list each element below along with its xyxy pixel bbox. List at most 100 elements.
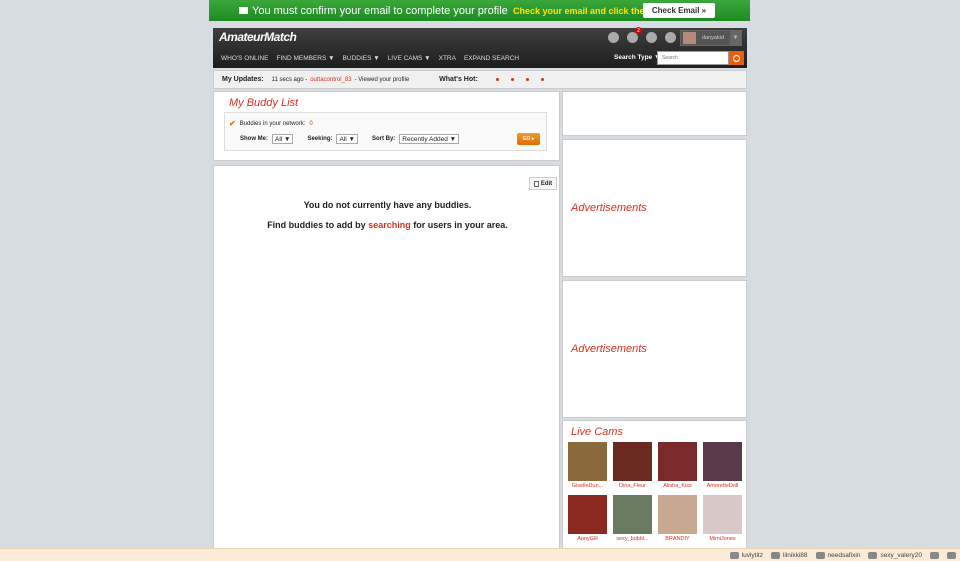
whats-hot-dots [495, 78, 544, 81]
hot-dot[interactable] [510, 78, 514, 81]
chevron-down-icon[interactable]: ▼ [730, 31, 741, 45]
show-me-select[interactable]: All ▼ [272, 134, 294, 144]
nav-xtra[interactable]: XTRA [439, 55, 456, 62]
cam-item[interactable]: Dina_Fleur [613, 442, 652, 489]
chat-user[interactable]: sexy_valery20 [868, 551, 922, 559]
nav-buddies[interactable]: BUDDIES ▼ [343, 55, 380, 62]
cam-item[interactable]: Alisha_Kiss [658, 442, 697, 489]
filter-box: ✔ Buddies in your network: 0 Show Me: Al… [224, 112, 547, 151]
updates-bar: My Updates: 11 secs ago - outtacontrol_8… [213, 70, 747, 89]
cam-item[interactable]: MimiJones [703, 495, 742, 542]
cam-name[interactable]: Dina_Fleur [613, 483, 652, 489]
ad-slot-top [562, 91, 747, 136]
updates-label: My Updates: [222, 76, 264, 83]
message-badge: 2 [635, 27, 642, 34]
cam-item[interactable]: sexy_bubbl... [613, 495, 652, 542]
confirm-message: You must confirm your email to complete … [239, 5, 508, 17]
check-email-button[interactable]: Check Email » [643, 3, 715, 18]
update-user-link[interactable]: outtacontrol_83 [310, 77, 351, 83]
site-logo[interactable]: AmateurMatch [219, 30, 297, 44]
cam-name[interactable]: Alisha_Kiss [658, 483, 697, 489]
cam-thumbnail[interactable] [703, 442, 742, 481]
webcam-icon[interactable] [665, 32, 676, 43]
sort-select[interactable]: Recently Added ▼ [399, 134, 460, 144]
confirm-cta-text: Check your email and click the link [513, 6, 663, 16]
cam-name[interactable]: AmoretteDoll [703, 483, 742, 489]
hot-dot[interactable] [525, 78, 529, 81]
update-time: 11 secs ago - [271, 76, 308, 83]
chat-icon [815, 551, 825, 559]
go-button[interactable]: GO ▸ [517, 133, 540, 145]
ad-slot-1: Advertisements [562, 139, 747, 277]
filter-row: Show Me: All ▼ Seeking: All ▼ Sort By: R… [240, 134, 460, 144]
username: danyakid [702, 35, 725, 41]
edit-button[interactable]: Edit [529, 177, 557, 190]
hot-dot[interactable] [495, 78, 499, 81]
update-action: - Viewed your profile [354, 76, 410, 83]
hot-dot[interactable] [540, 78, 544, 81]
whats-hot-label: What's Hot: [439, 76, 478, 83]
mail-icon[interactable]: 2 [627, 27, 642, 43]
seeking-select[interactable]: All ▼ [336, 134, 358, 144]
cam-name[interactable]: GiselleDun... [568, 483, 607, 489]
search-type-dropdown[interactable]: Search Type ▼ [614, 54, 660, 61]
pin-icon[interactable] [608, 32, 619, 43]
page-title: My Buddy List [229, 97, 299, 109]
cam-thumbnail[interactable] [613, 442, 652, 481]
cam-name[interactable]: sexy_bubbl... [613, 536, 652, 542]
cam-thumbnail[interactable] [703, 495, 742, 534]
cam-name[interactable]: MimiJones [703, 536, 742, 542]
chat-user[interactable]: luvlytitz [729, 551, 763, 559]
search-input[interactable] [657, 51, 729, 65]
nav-find-members[interactable]: FIND MEMBERS ▼ [276, 55, 334, 62]
chat-bar: luvlytitz lilnikki88 needsafixin sexy_va… [0, 548, 960, 561]
live-cams-title: Live Cams [571, 426, 623, 438]
searching-link[interactable]: searching [368, 220, 411, 230]
chat-icon [770, 551, 780, 559]
check-icon: ✔ [229, 119, 236, 128]
chat-user[interactable]: lilnikki88 [770, 551, 808, 559]
cam-name[interactable]: AnnyGill [568, 536, 607, 542]
ad-label: Advertisements [571, 202, 647, 214]
sort-label: Sort By: [371, 136, 396, 142]
avatar [683, 32, 696, 44]
cam-item[interactable]: AmoretteDoll [703, 442, 742, 489]
cam-item[interactable]: AnnyGill [568, 495, 607, 542]
buddy-list-panel: My Buddy List ✔ Buddies in your network:… [213, 91, 560, 161]
envelope-icon [239, 7, 248, 14]
cam-thumbnail[interactable] [658, 495, 697, 534]
users-icon[interactable] [646, 32, 657, 43]
network-count: ✔ Buddies in your network: 0 [229, 119, 313, 128]
nav-live-cams[interactable]: LIVE CAMS ▼ [388, 55, 431, 62]
ad-label: Advertisements [571, 343, 647, 355]
user-menu[interactable]: danyakid ▼ [680, 30, 742, 46]
show-me-label: Show Me: [240, 136, 268, 142]
search-icon[interactable] [729, 51, 744, 65]
empty-message: You do not currently have any buddies. [303, 200, 472, 210]
chat-user[interactable]: needsafixin [815, 551, 860, 559]
email-confirm-banner: You must confirm your email to complete … [209, 0, 750, 21]
cam-thumbnail[interactable] [613, 495, 652, 534]
users-icon[interactable] [930, 551, 939, 559]
cams-grid: GiselleDun... Dina_Fleur Alisha_Kiss Amo… [568, 442, 742, 542]
find-buddies-text: Find buddies to add by searching for use… [267, 220, 508, 230]
cam-thumbnail[interactable] [568, 442, 607, 481]
site-header: AmateurMatch WHO'S ONLINE FIND MEMBERS ▼… [213, 27, 747, 68]
chat-icon [868, 551, 878, 559]
header-icons: 2 [608, 27, 676, 43]
cam-item[interactable]: GiselleDun... [568, 442, 607, 489]
edit-icon [533, 180, 539, 187]
cam-name[interactable]: BRANDIY [658, 536, 697, 542]
cam-thumbnail[interactable] [658, 442, 697, 481]
nav-expand-search[interactable]: EXPAND SEARCH [464, 55, 519, 62]
main-nav: WHO'S ONLINE FIND MEMBERS ▼ BUDDIES ▼ LI… [221, 55, 519, 62]
settings-icon[interactable] [947, 551, 956, 559]
buddy-results-panel: Edit You do not currently have any buddi… [213, 165, 560, 555]
chat-icon [729, 551, 739, 559]
ad-slot-2: Advertisements [562, 280, 747, 418]
live-cams-panel: Live Cams GiselleDun... Dina_Fleur Alish… [562, 420, 747, 550]
nav-whos-online[interactable]: WHO'S ONLINE [221, 55, 268, 62]
seeking-label: Seeking: [307, 136, 333, 142]
cam-thumbnail[interactable] [568, 495, 607, 534]
cam-item[interactable]: BRANDIY [658, 495, 697, 542]
